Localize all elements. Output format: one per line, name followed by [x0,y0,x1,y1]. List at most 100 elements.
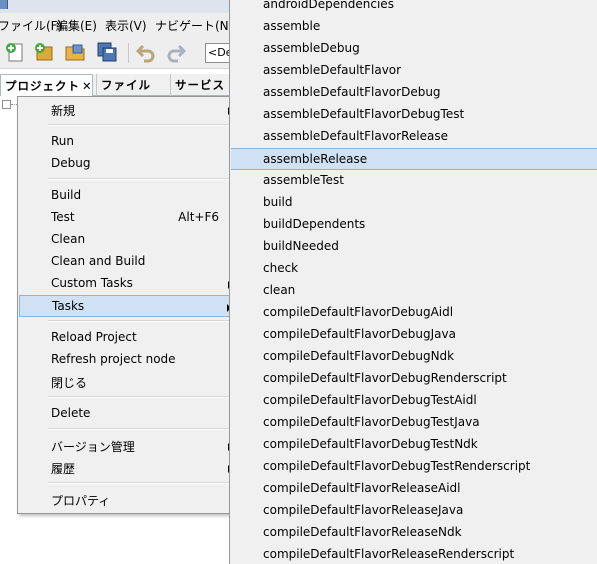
undo-icon[interactable] [135,41,157,63]
task-item[interactable]: compileDefaultFlavorDebugTestNdk [231,434,597,456]
task-item[interactable]: build [231,192,597,214]
menu-separator [48,320,236,322]
task-item[interactable]: buildNeeded [231,236,597,258]
task-item[interactable]: assembleDefaultFlavor [231,60,597,82]
menu-item-label: Build [51,188,82,202]
app-icon [0,0,8,9]
task-item-label: assemble [263,19,321,33]
open-project-icon[interactable] [64,41,86,63]
menu-edit[interactable]: 編集(E) [56,17,97,34]
menu-item-build[interactable]: Build [19,185,238,207]
task-item-label: compileDefaultFlavorDebugAidl [263,305,454,319]
tab-files[interactable]: ファイル [96,74,168,96]
menu-item-clean-and-build[interactable]: Clean and Build [19,251,238,273]
task-item-label: compileDefaultFlavorDebugNdk [263,349,455,363]
task-item[interactable]: compileDefaultFlavorDebugRenderscript [231,368,597,390]
menu-separator [48,124,236,126]
menu-item-label: Refresh project node [51,352,176,366]
task-item[interactable]: assembleTest [231,170,597,192]
redo-icon[interactable] [165,41,187,63]
task-item-label: compileDefaultFlavorDebugTestJava [263,415,480,429]
save-all-icon[interactable] [96,41,118,63]
menu-item-label: バージョン管理 [51,440,135,454]
menu-separator [48,482,236,484]
menu-item-delete[interactable]: Delete [19,403,238,425]
task-item[interactable]: assembleRelease [231,148,597,170]
task-item[interactable]: compileDefaultFlavorDebugJava [231,324,597,346]
tasks-submenu: androidDependencies assemble assembleDebug… [229,0,597,564]
panel-tabs: プロジェクト ✕ ファイル サービス [0,74,240,96]
task-item[interactable]: compileDefaultFlavorReleaseNdk [231,522,597,544]
task-item-label: assembleDefaultFlavorDebugTest [263,107,465,121]
task-item[interactable]: clean [231,280,597,302]
task-item-label: assembleDefaultFlavor [263,63,402,77]
toolbar: <De [0,37,245,69]
tab-files-label: ファイル [101,78,151,92]
menu-item-clean[interactable]: Clean [19,229,238,251]
task-item[interactable]: compileDefaultFlavorReleaseJava [231,500,597,522]
toolbar-separator [128,43,129,63]
menubar: ファイル(F) 編集(E) 表示(V) ナビゲート(N) [0,13,240,37]
new-project-icon[interactable] [33,41,55,63]
task-item-label: compileDefaultFlavorDebugTestNdk [263,437,478,451]
task-item-label: build [263,195,293,209]
task-item[interactable]: compileDefaultFlavorReleaseRenderscript [231,544,597,564]
menu-item-label: 履歴 [51,462,76,476]
task-item-label: assembleTest [263,173,344,187]
menu-item-label: プロパティ [51,494,111,508]
menu-file[interactable]: ファイル(F) [0,17,62,34]
task-item[interactable]: assembleDefaultFlavorDebugTest [231,104,597,126]
task-item[interactable]: compileDefaultFlavorDebugNdk [231,346,597,368]
menu-item-tasks[interactable]: Tasks [19,295,238,317]
menu-item-close[interactable]: 閉じる [19,371,238,393]
menu-item-history[interactable]: 履歴 [19,457,238,479]
task-item[interactable]: compileDefaultFlavorReleaseAidl [231,478,597,500]
task-item[interactable]: buildDependents [231,214,597,236]
task-item[interactable]: androidDependencies [231,0,597,16]
task-item[interactable]: assemble [231,16,597,38]
menu-item-label: Clean [51,232,86,246]
task-item[interactable]: compileDefaultFlavorDebugAidl [231,302,597,324]
menu-item-run[interactable]: Run [19,131,238,153]
menu-item-debug[interactable]: Debug [19,153,238,175]
menu-separator [48,396,236,398]
task-item-label: compileDefaultFlavorDebugJava [263,327,456,341]
task-item[interactable]: compileDefaultFlavorDebugTestRenderscrip… [231,456,597,478]
menu-item-refresh-project-node[interactable]: Refresh project node [19,349,238,371]
menu-separator [48,428,236,430]
task-item[interactable]: assembleDebug [231,38,597,60]
menu-item-properties[interactable]: プロパティ [19,489,238,511]
shortcut-label: Alt+F6 [178,210,219,224]
menu-item-test[interactable]: Test Alt+F6 [19,207,238,229]
task-item[interactable]: assembleDefaultFlavorRelease [231,126,597,148]
task-item[interactable]: compileDefaultFlavorDebugTestJava [231,412,597,434]
task-item[interactable]: compileDefaultFlavorDebugTestAidl [231,390,597,412]
task-item-label: assembleRelease [263,152,368,166]
new-file-icon[interactable] [4,41,26,63]
tab-projects-label: プロジェクト [5,79,80,93]
menu-navigate[interactable]: ナビゲート(N) [155,17,233,34]
task-item-label: compileDefaultFlavorDebugRenderscript [263,371,507,385]
menu-item-label: Delete [51,406,91,420]
task-item-label: compileDefaultFlavorReleaseJava [263,503,464,517]
close-icon[interactable]: ✕ [82,79,93,93]
task-item-label: compileDefaultFlavorDebugTestRenderscrip… [263,459,531,473]
menu-view[interactable]: 表示(V) [105,17,147,34]
menu-item-label: Test [51,210,75,224]
task-item[interactable]: assembleDefaultFlavorDebug [231,82,597,104]
menu-item-label: Tasks [52,299,85,313]
menu-item-custom-tasks[interactable]: Custom Tasks [19,273,238,295]
task-item-label: compileDefaultFlavorReleaseNdk [263,525,462,539]
menu-item-reload-project[interactable]: Reload Project [19,327,238,349]
menu-item-label: Run [51,134,75,148]
task-item-label: compileDefaultFlavorReleaseAidl [263,481,461,495]
menu-item-version-control[interactable]: バージョン管理 [19,435,238,457]
task-item-label: buildDependents [263,217,366,231]
task-item[interactable]: check [231,258,597,280]
tree-collapse-icon[interactable] [2,100,11,109]
tab-projects[interactable]: プロジェクト ✕ [0,74,93,96]
menu-item-label: Custom Tasks [51,276,133,290]
task-item-label: assembleDefaultFlavorRelease [263,129,448,143]
menu-item-new[interactable]: 新規 [19,99,238,121]
menu-item-label: Debug [51,156,91,170]
